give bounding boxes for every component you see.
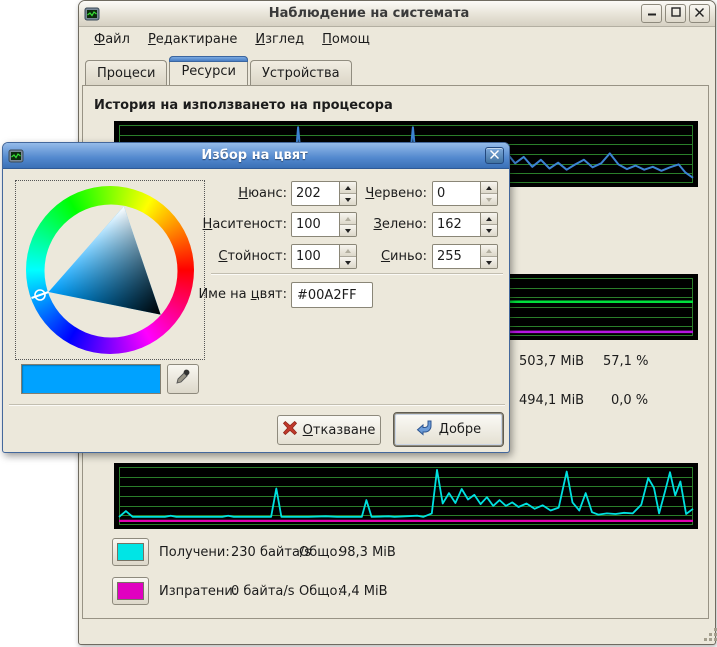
dialog-app-icon	[8, 148, 24, 164]
color-name-input[interactable]	[291, 282, 373, 308]
red-input[interactable]	[433, 182, 480, 205]
received-total: 98,3 MiB	[339, 545, 396, 560]
cancel-button[interactable]: Отказване	[277, 415, 381, 445]
saturation-label: Наситеност:	[153, 217, 287, 232]
sent-color-button[interactable]	[112, 577, 149, 605]
swap-used-value: 494,1 MiB	[519, 393, 584, 408]
received-color-button[interactable]	[112, 538, 149, 566]
minimize-button[interactable]	[641, 4, 662, 23]
blue-spinner	[432, 244, 498, 269]
ok-button[interactable]: Добре	[394, 413, 503, 446]
blue-input[interactable]	[433, 245, 480, 268]
network-history-chart	[114, 463, 698, 529]
window-title: Наблюдение на системата	[100, 6, 638, 21]
color-name-label: Име на цвят:	[153, 287, 287, 302]
hsv-triangle[interactable]	[16, 181, 206, 361]
menu-help[interactable]: Помощ	[313, 29, 379, 50]
actions-separator	[9, 404, 505, 406]
system-monitor-icon	[84, 6, 100, 22]
received-label: Получени:	[159, 545, 230, 560]
green-label: Зелено:	[293, 217, 427, 232]
red-spinner	[432, 181, 498, 206]
eyedropper-icon	[175, 369, 191, 389]
sent-total-label: Общо:	[299, 584, 342, 599]
desktop: Наблюдение на системата Файл Редактиране…	[0, 0, 717, 647]
green-spinner	[432, 212, 498, 237]
green-decrement-button[interactable]	[481, 225, 497, 236]
dialog-close-icon	[490, 148, 499, 163]
main-titlebar[interactable]: Наблюдение на системата	[79, 1, 715, 27]
memory-used-percent: 57,1 %	[603, 354, 648, 369]
minimize-icon	[647, 6, 657, 21]
red-increment-button[interactable]	[481, 182, 497, 194]
tab-devices[interactable]: Устройства	[250, 60, 352, 85]
red-decrement-button[interactable]	[481, 194, 497, 205]
blue-decrement-button[interactable]	[481, 257, 497, 268]
close-icon	[695, 6, 704, 21]
maximize-icon	[671, 6, 681, 21]
return-arrow-icon	[416, 420, 433, 440]
maximize-button[interactable]	[665, 4, 686, 23]
menubar: Файл Редактиране Изглед Помощ	[79, 27, 715, 52]
value-label: Стойност:	[153, 249, 287, 264]
ok-button-label: Добре	[439, 422, 481, 437]
dialog-title: Избор на цвят	[24, 148, 485, 163]
blue-label: Синьо:	[293, 249, 427, 264]
fields-separator	[211, 273, 503, 275]
menu-file[interactable]: Файл	[85, 29, 139, 50]
hue-label: Нюанс:	[153, 186, 287, 201]
selected-color-preview	[21, 364, 161, 394]
menu-edit[interactable]: Редактиране	[139, 29, 246, 50]
sent-rate: 0 байта/s	[231, 584, 295, 599]
menu-view[interactable]: Изглед	[246, 29, 313, 50]
cpu-history-heading: История на използването на процесора	[94, 98, 393, 113]
received-color-swatch	[117, 543, 144, 561]
sent-total: 4,4 MiB	[339, 584, 388, 599]
dialog-titlebar[interactable]: Избор на цвят	[3, 143, 509, 169]
blue-increment-button[interactable]	[481, 245, 497, 257]
swap-used-percent: 0,0 %	[611, 393, 648, 408]
resize-grip[interactable]	[703, 627, 717, 643]
tab-processes[interactable]: Процеси	[85, 60, 167, 85]
eyedropper-button[interactable]	[167, 364, 199, 394]
dialog-close-button[interactable]	[485, 147, 504, 164]
red-label: Червено:	[293, 186, 427, 201]
tab-resources[interactable]: Ресурси	[169, 56, 248, 85]
tab-strip: Процеси Ресурси Устройства	[85, 57, 354, 85]
color-picker-dialog: Избор на цвят	[2, 142, 510, 453]
sent-color-swatch	[117, 582, 144, 600]
close-button[interactable]	[689, 4, 710, 23]
cancel-button-label: Отказване	[303, 423, 376, 438]
color-wheel[interactable]	[15, 180, 205, 360]
sent-label: Изпратени:	[159, 584, 237, 599]
memory-used-value: 503,7 MiB	[519, 354, 584, 369]
green-increment-button[interactable]	[481, 213, 497, 225]
green-input[interactable]	[433, 213, 480, 236]
red-x-icon	[283, 421, 297, 439]
received-total-label: Общо:	[299, 545, 342, 560]
